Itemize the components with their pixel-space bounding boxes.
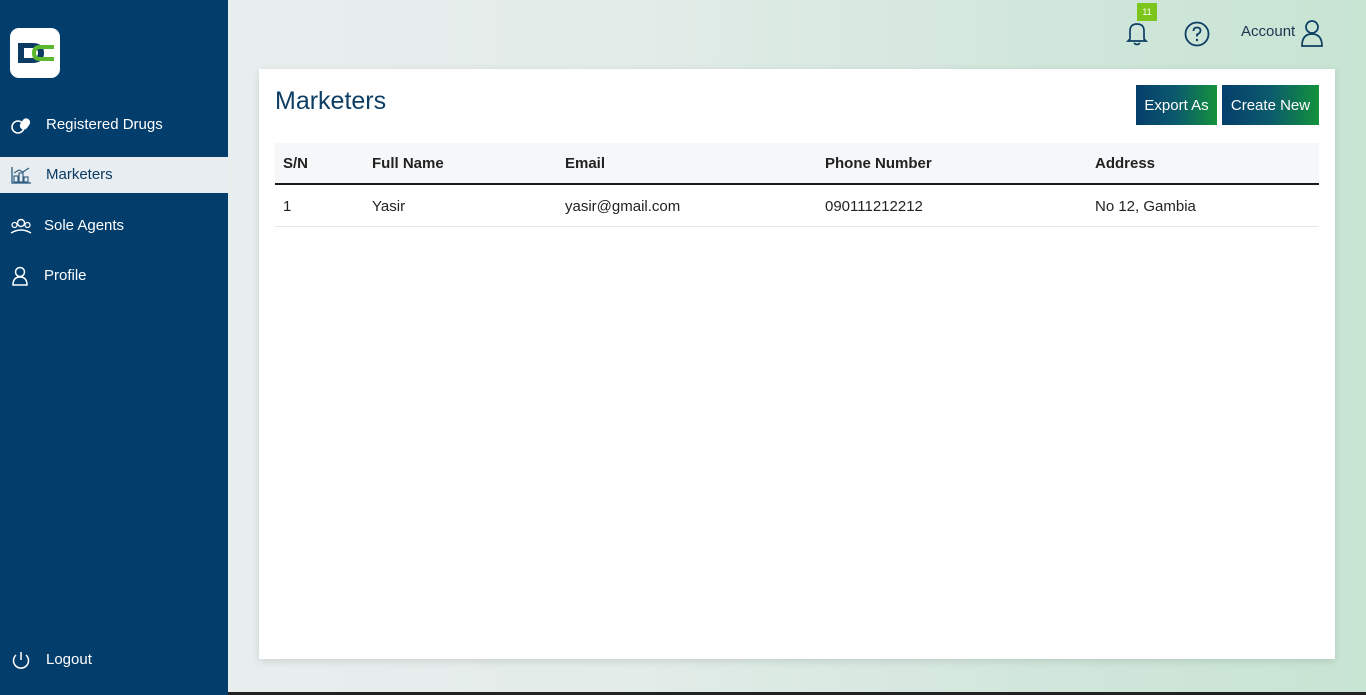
sidebar-item-registered-drugs[interactable]: Registered Drugs [0, 107, 228, 143]
sidebar-item-sole-agents[interactable]: Sole Agents [0, 208, 228, 244]
dc-logo[interactable] [10, 28, 60, 78]
power-icon [10, 650, 32, 672]
cell-phone: 090111212212 [825, 198, 923, 215]
column-header-address: Address [1095, 155, 1156, 172]
column-header-phone: Phone Number [825, 155, 932, 172]
sidebar-item-label: Sole Agents [44, 217, 125, 234]
sidebar: Registered Drugs Marketers Sole Agents P… [0, 0, 228, 695]
column-header-email: Email [565, 155, 606, 172]
cell-address: No 12, Gambia [1095, 198, 1196, 215]
sidebar-item-marketers[interactable]: Marketers [0, 157, 228, 193]
sidebar-item-label: Profile [44, 267, 87, 284]
logout-label: Logout [46, 651, 92, 668]
table-header: S/N Full Name Email Phone Number Address [275, 143, 1319, 185]
marketers-icon [10, 165, 32, 185]
sidebar-item-profile[interactable]: Profile [0, 258, 228, 294]
account-user-icon[interactable] [1298, 18, 1326, 48]
marketers-table: S/N Full Name Email Phone Number Address… [275, 143, 1319, 227]
column-header-sn: S/N [283, 155, 309, 172]
notification-count-badge: 11 [1137, 3, 1157, 21]
column-header-full-name: Full Name [372, 155, 444, 172]
create-new-button[interactable]: Create New [1222, 85, 1319, 125]
user-icon [10, 266, 32, 286]
help-icon[interactable] [1183, 20, 1211, 48]
pills-icon [10, 115, 32, 135]
sidebar-item-label: Marketers [46, 166, 113, 183]
account-label[interactable]: Account [1241, 23, 1295, 40]
export-as-button[interactable]: Export As [1136, 85, 1217, 125]
cell-email: yasir@gmail.com [565, 198, 681, 215]
agents-icon [10, 216, 32, 236]
cell-sn: 1 [283, 198, 292, 215]
sidebar-item-label: Registered Drugs [46, 116, 163, 133]
table-row[interactable]: 1 Yasir yasir@gmail.com 090111212212 No … [275, 185, 1319, 227]
main-card: Marketers Export As Create New S/N Full … [259, 69, 1335, 659]
cell-full-name: Yasir [372, 198, 406, 215]
logout-button[interactable]: Logout [0, 642, 228, 678]
notification-bell-icon[interactable] [1123, 18, 1151, 48]
page-title: Marketers [275, 87, 387, 115]
